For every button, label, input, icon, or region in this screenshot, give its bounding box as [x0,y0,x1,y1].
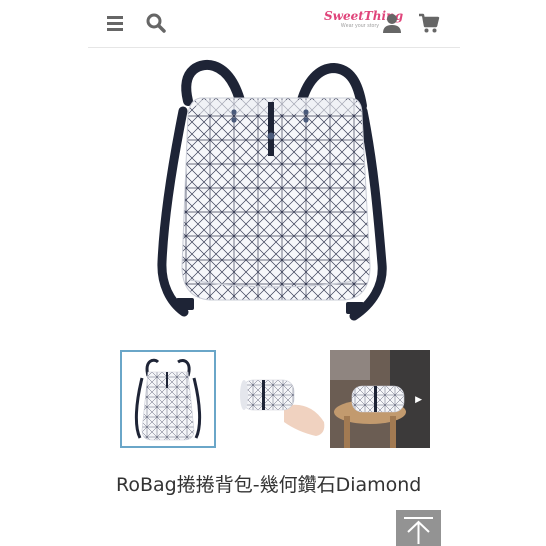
hamburger-menu-icon[interactable] [105,12,127,34]
product-main-image[interactable] [150,56,400,331]
site-header: SweetThing Wear your story [88,0,460,48]
search-icon[interactable] [145,12,167,34]
thumbnail-1[interactable] [120,350,216,448]
arrow-up-icon [404,517,433,544]
product-title: RoBag捲捲背包-幾何鑽石Diamond [116,474,422,496]
thumbnail-strip: ▶ [120,350,432,448]
thumbnail-rolled-bag-image [240,379,325,436]
cart-icon[interactable] [418,12,440,34]
next-image-icon[interactable]: ▶ [415,394,422,405]
back-to-top-button[interactable] [396,510,441,546]
user-icon[interactable] [381,12,403,34]
thumbnail-backpack-image [134,358,202,441]
thumbnail-3[interactable]: ▶ [330,350,430,448]
thumbnail-2[interactable] [228,350,326,448]
